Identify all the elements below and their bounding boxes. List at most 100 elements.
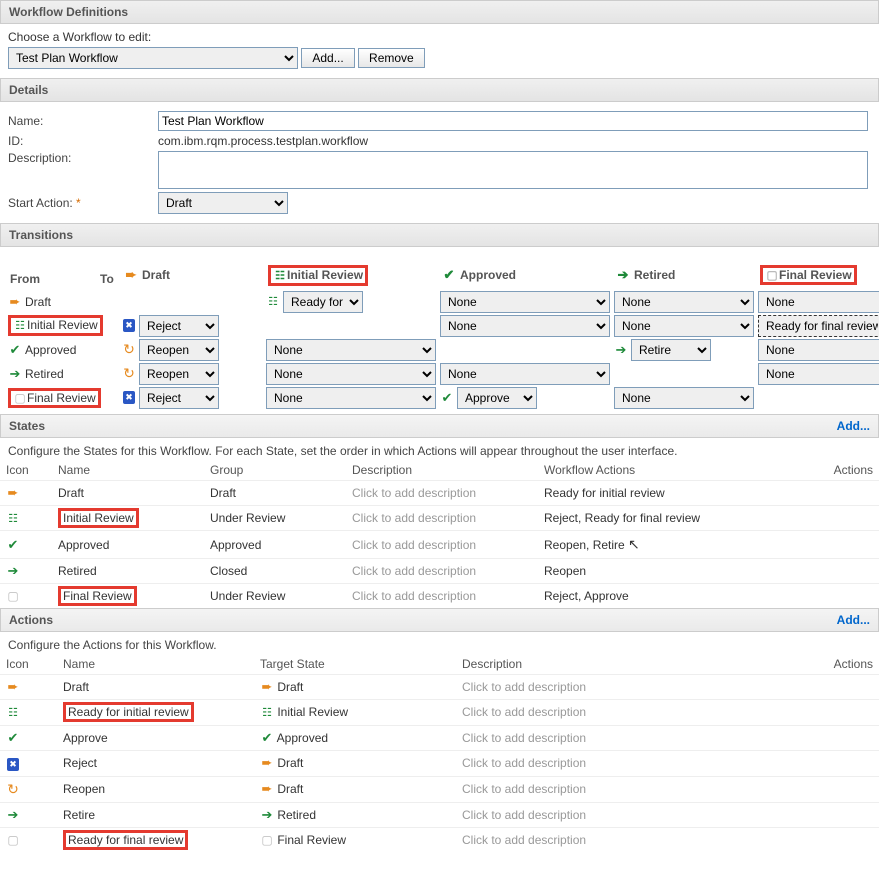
transition-select[interactable]: None [614,291,754,313]
retire2-icon [6,808,20,822]
add-workflow-button[interactable]: Add... [301,48,354,68]
state-row[interactable]: RetiredClosedClick to add descriptionReo… [0,559,879,584]
action-target: Approved [254,725,456,750]
review-icon [260,706,274,720]
action-row[interactable]: Retire RetiredClick to add description [0,802,879,827]
action-description[interactable]: Click to add description [456,675,797,700]
action-name: Reject [57,750,254,777]
action-row[interactable]: Approve ApprovedClick to add description [0,725,879,750]
transition-cell [758,386,879,410]
transition-select[interactable]: Retire [631,339,711,361]
id-label: ID: [8,134,158,148]
transition-cell: None [266,338,436,362]
action-description[interactable]: Click to add description [456,827,797,852]
transition-select[interactable]: Reject [139,387,219,409]
transitions-col-approved: Approved [440,251,610,290]
action-description[interactable]: Click to add description [456,802,797,827]
workflow-select[interactable]: Test Plan Workflow [8,47,298,69]
transition-select[interactable]: None [440,315,610,337]
states-header: States Add... [0,414,879,438]
start-action-label: Start Action: * [8,196,158,210]
state-row[interactable]: Initial ReviewUnder ReviewClick to add d… [0,505,879,531]
state-description[interactable]: Click to add description [346,531,538,559]
remove-workflow-button[interactable]: Remove [358,48,425,68]
start-action-select[interactable]: Draft [158,192,288,214]
actions-header: Actions Add... [0,608,879,632]
transition-select[interactable]: Approve [457,387,537,409]
state-group: Under Review [204,505,346,531]
action-target: Draft [254,777,456,803]
transition-select[interactable]: None [440,363,610,385]
state-name: Approved [52,531,204,559]
transition-select[interactable]: None [758,339,879,361]
retired-icon [260,808,274,822]
transition-select[interactable]: None [758,291,879,313]
action-target: Draft [254,675,456,700]
review-icon [6,511,20,525]
state-group: Approved [204,531,346,559]
draft-icon [260,680,274,694]
transition-cell: Approve [440,386,610,410]
transition-select[interactable]: None [440,291,610,313]
transitions-col-retired: Retired [614,251,754,290]
transition-cell: Reopen [122,338,262,362]
transitions-row-draft: Draft [8,290,118,314]
action-description[interactable]: Click to add description [456,750,797,777]
approved-icon [6,731,20,745]
action-row[interactable]: Ready for initial review Initial ReviewC… [0,700,879,726]
add-state-link[interactable]: Add... [837,419,870,433]
action-row[interactable]: Draft DraftClick to add description [0,675,879,700]
transition-cell: None [614,290,754,314]
state-row[interactable]: Final ReviewUnder ReviewClick to add des… [0,584,879,609]
action-row[interactable]: Reject DraftClick to add description [0,750,879,777]
transition-select[interactable]: Reopen [139,363,219,385]
action-description[interactable]: Click to add description [456,700,797,726]
action-name: Retire [57,802,254,827]
reopen-icon [122,367,136,381]
transition-select[interactable]: None [266,387,436,409]
transitions-from-header: ToFrom [8,251,118,290]
transition-select[interactable]: None [614,387,754,409]
transition-select[interactable]: None [266,363,436,385]
transition-select[interactable]: None [266,339,436,361]
reopen-icon [6,782,20,796]
transition-select[interactable]: None [758,363,879,385]
transitions-row-retired: Retired [8,362,118,386]
approved-icon [6,538,20,552]
approved-icon [442,268,456,282]
transition-cell: Reject [122,314,262,338]
transitions-col-draft: Draft [122,251,262,290]
transition-select[interactable]: Reopen [139,339,219,361]
state-description[interactable]: Click to add description [346,559,538,584]
action-description[interactable]: Click to add description [456,725,797,750]
description-input[interactable] [158,151,868,189]
add-action-link[interactable]: Add... [837,613,870,627]
transition-select[interactable]: None [614,315,754,337]
state-description[interactable]: Click to add description [346,480,538,505]
transitions-row-initial-review: Initial Review [8,314,118,338]
state-description[interactable]: Click to add description [346,505,538,531]
transition-select[interactable]: Reject [139,315,219,337]
state-workflow-actions: Reopen, Retire ↖ [538,531,797,559]
transition-select[interactable]: Ready for initial review [283,291,363,313]
action-row[interactable]: Reopen DraftClick to add description [0,777,879,803]
state-row[interactable]: ApprovedApprovedClick to add description… [0,531,879,559]
transition-cell: None [440,314,610,338]
state-workflow-actions: Reject, Ready for final review [538,505,797,531]
draft-icon [6,680,20,694]
transition-cell: Ready for final review [758,314,879,338]
transition-cell: Reopen [122,362,262,386]
draft-icon [6,486,20,500]
transition-cell: Retire [614,338,754,362]
transition-cell: Ready for initial review [266,290,436,314]
draft-icon [124,268,138,282]
action-row[interactable]: Ready for final review Final ReviewClick… [0,827,879,852]
state-description[interactable]: Click to add description [346,584,538,609]
reject-icon [122,319,136,333]
name-input[interactable] [158,111,868,131]
review-icon [273,269,287,283]
transition-select[interactable]: Ready for final review [758,315,879,337]
action-name: Ready for initial review [57,700,254,726]
state-row[interactable]: DraftDraftClick to add descriptionReady … [0,480,879,505]
action-description[interactable]: Click to add description [456,777,797,803]
